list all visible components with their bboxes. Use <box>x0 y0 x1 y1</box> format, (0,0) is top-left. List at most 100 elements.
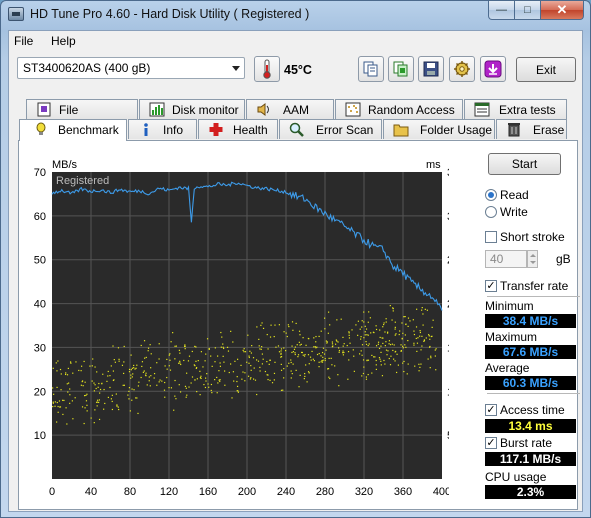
access-time-point <box>115 393 117 395</box>
access-time-point <box>52 367 54 369</box>
access-time-point <box>54 401 56 403</box>
access-time-point <box>246 361 248 363</box>
access-time-point <box>375 345 378 347</box>
access-time-point <box>290 370 292 372</box>
access-time-point <box>168 354 170 356</box>
access-time-point <box>286 335 288 338</box>
access-time-point <box>57 360 59 362</box>
access-time-point <box>427 358 429 360</box>
access-time-point <box>166 376 168 379</box>
write-radio[interactable] <box>485 206 497 218</box>
access-time-point <box>211 365 213 367</box>
access-time-point <box>315 335 317 338</box>
burst-rate-checkbox[interactable]: ✓ <box>485 437 497 449</box>
access-time-point <box>425 337 427 339</box>
exit-button[interactable]: Exit <box>516 57 576 82</box>
tab-folder-usage[interactable]: Folder Usage <box>383 119 495 139</box>
access-time-point <box>54 405 56 407</box>
access-time-point <box>227 350 230 352</box>
tab-benchmark[interactable]: Benchmark <box>19 119 127 141</box>
access-time-checkbox[interactable]: ✓ <box>485 404 497 416</box>
menu-file[interactable]: File <box>14 34 33 48</box>
access-time-point <box>249 378 252 380</box>
options-button[interactable] <box>449 56 475 82</box>
access-time-point <box>86 393 88 395</box>
read-radio[interactable] <box>485 189 497 201</box>
access-time-point <box>206 373 208 375</box>
access-time-point <box>67 367 69 370</box>
access-time-point <box>184 345 186 347</box>
tab-random-access[interactable]: Random Access <box>335 99 463 119</box>
access-time-point <box>117 406 119 408</box>
access-time-point <box>123 345 125 348</box>
access-time-point <box>118 360 120 362</box>
access-time-point <box>86 410 88 412</box>
access-time-point <box>261 346 263 348</box>
access-time-point <box>283 347 285 349</box>
access-time-point <box>83 422 85 425</box>
access-time-point <box>379 358 381 360</box>
access-time-point <box>111 408 114 411</box>
download-button[interactable] <box>480 56 506 82</box>
maximize-button[interactable]: □ <box>515 1 541 20</box>
transfer-rate-checkbox[interactable]: ✓ <box>485 280 497 292</box>
tab-erase[interactable]: Erase <box>496 119 567 139</box>
tab-extra-tests[interactable]: Extra tests <box>464 99 567 119</box>
access-time-point <box>413 330 415 332</box>
access-time-point <box>377 341 380 343</box>
copy-screenshot-button[interactable] <box>388 56 414 82</box>
access-time-point <box>323 317 326 319</box>
access-time-point <box>52 387 54 389</box>
start-button[interactable]: Start <box>488 153 561 175</box>
save-button[interactable] <box>418 56 444 82</box>
short-stroke-input[interactable]: 40 <box>485 250 527 268</box>
access-time-point <box>136 364 138 366</box>
access-time-point <box>365 328 368 330</box>
y-tick-label-left: 50 <box>34 255 46 267</box>
tab-aam[interactable]: AAM <box>246 99 334 119</box>
access-time-point <box>82 385 84 387</box>
tab-error-scan[interactable]: Error Scan <box>279 119 382 139</box>
access-time-point <box>56 386 58 389</box>
copy-text-button[interactable] <box>358 56 384 82</box>
temperature-button[interactable] <box>254 56 280 82</box>
tab-file-benchmark[interactable]: File Benchmark <box>26 99 138 131</box>
short-stroke-spinner[interactable] <box>527 250 538 268</box>
dropdown-arrow-icon <box>232 66 240 71</box>
access-time-point <box>244 372 246 374</box>
x-tick-label: 160 <box>199 486 217 498</box>
tab-aam-label: AAM <box>283 103 310 117</box>
access-time-point <box>244 351 247 353</box>
drive-select[interactable]: ST3400620AS (400 gB) <box>17 57 245 79</box>
access-time-point <box>389 305 391 307</box>
tab-health[interactable]: Health <box>198 119 278 139</box>
minimize-button[interactable]: — <box>488 1 515 20</box>
access-time-point <box>346 344 348 347</box>
access-time-point <box>150 353 152 355</box>
access-time-point <box>313 346 315 348</box>
tab-benchmark-label: Benchmark <box>58 123 119 137</box>
access-time-point <box>368 311 370 313</box>
access-time-point <box>320 330 322 332</box>
menu-help[interactable]: Help <box>51 34 76 48</box>
access-time-point <box>186 394 188 396</box>
short-stroke-checkbox[interactable] <box>485 231 497 243</box>
access-time-point <box>178 362 180 364</box>
tab-info[interactable]: Info <box>128 119 197 139</box>
access-time-point <box>96 405 98 407</box>
access-time-point <box>394 321 396 323</box>
access-time-point <box>274 361 276 363</box>
access-time-point <box>158 343 160 345</box>
access-time-point <box>98 382 100 385</box>
access-time-point <box>423 339 426 341</box>
access-time-point <box>89 365 91 367</box>
access-time-point <box>231 397 233 399</box>
access-time-point <box>81 365 83 367</box>
access-time-point <box>252 378 255 380</box>
tab-disk-monitor[interactable]: Disk monitor <box>139 99 245 119</box>
title-bar[interactable]: HD Tune Pro 4.60 - Hard Disk Utility ( R… <box>1 1 590 28</box>
y-tick-label-right: 15 <box>447 342 449 354</box>
access-time-point <box>249 350 251 352</box>
access-time-point <box>367 334 369 336</box>
close-button[interactable]: ✕ <box>541 1 584 20</box>
